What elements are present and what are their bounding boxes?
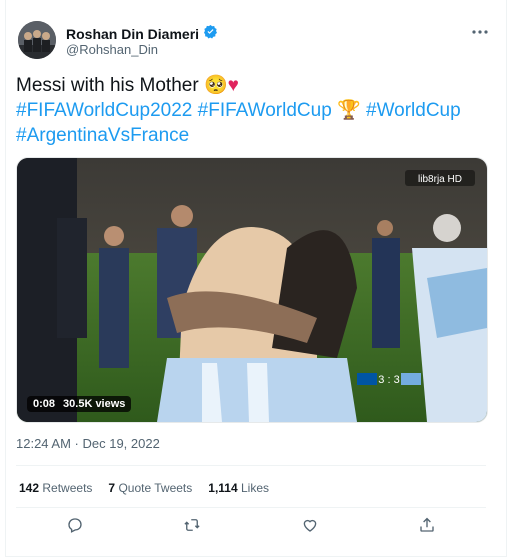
reply-icon[interactable] (65, 515, 85, 535)
like-icon[interactable] (300, 515, 320, 535)
hashtag-fifaworldcup2022[interactable]: #FIFAWorldCup2022 (16, 100, 192, 121)
scoreboard-text: 3 : 3 (378, 374, 399, 386)
tweet-actions (16, 515, 486, 535)
divider (16, 507, 486, 508)
divider (16, 465, 486, 466)
pleading-face-emoji: 🥺 (203, 75, 228, 96)
author-handle[interactable]: @Rohshan_Din (66, 42, 158, 57)
video-duration: 0:08 (33, 398, 56, 410)
hashtag-argentinavsfrance[interactable]: #ArgentinaVsFrance (16, 125, 189, 146)
retweets-stat[interactable]: 142 Retweets (19, 481, 92, 495)
broadcaster-logo: lib8rja HD (418, 174, 462, 185)
red-heart-emoji: ♥ (227, 75, 239, 96)
hashtag-fifaworldcup[interactable]: #FIFAWorldCup (198, 100, 332, 121)
more-icon[interactable] (470, 24, 490, 40)
tweet-stats: 142 Retweets 7 Quote Tweets 1,114 Likes (19, 481, 269, 495)
share-icon[interactable] (417, 515, 437, 535)
video-player[interactable]: 3 : 3 lib8rja HD 0:08 30.5K views (16, 157, 488, 423)
tweet-line-1: Messi with his Mother (16, 75, 204, 96)
video-badge: 0:08 30.5K views (27, 396, 132, 412)
likes-stat[interactable]: 1,114 Likes (208, 481, 269, 495)
hashtag-worldcup[interactable]: #WorldCup (366, 100, 461, 121)
trophy-emoji: 🏆 (337, 100, 361, 121)
verified-icon (203, 24, 218, 44)
author-name-row[interactable]: Roshan Din Diameri (66, 24, 218, 44)
avatar[interactable] (18, 21, 56, 59)
author-display-name[interactable]: Roshan Din Diameri (66, 26, 199, 42)
quote-tweets-stat[interactable]: 7 Quote Tweets (108, 481, 192, 495)
retweet-icon[interactable] (182, 515, 202, 535)
tweet-text: Messi with his Mother 🥺♥ #FIFAWorldCup20… (16, 73, 486, 148)
video-views: 30.5K views (63, 398, 126, 410)
tweet-timestamp[interactable]: 12:24 AM · Dec 19, 2022 (16, 436, 160, 451)
